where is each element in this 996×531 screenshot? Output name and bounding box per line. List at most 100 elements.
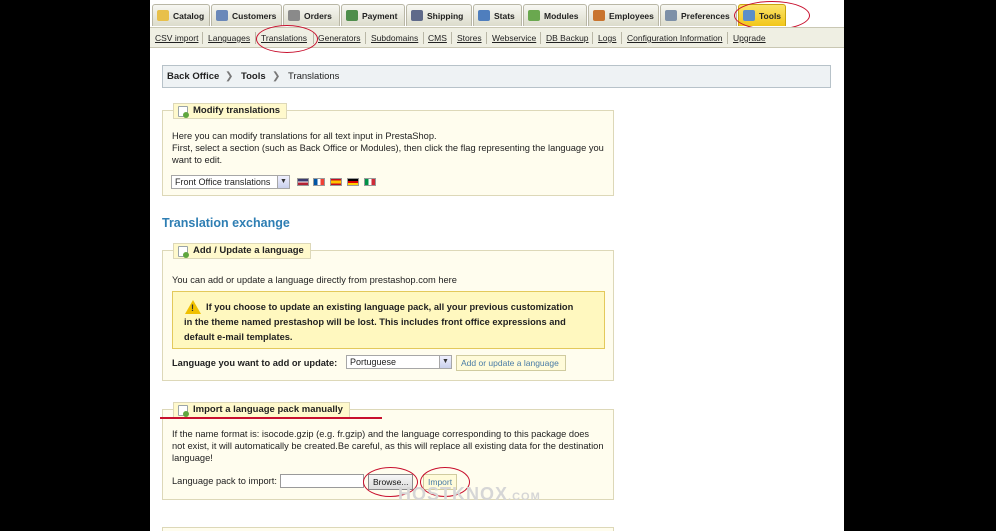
subnav-divider xyxy=(540,32,541,44)
tab-label: Modules xyxy=(544,11,579,21)
employee-icon xyxy=(593,10,605,21)
legend-label: Modify translations xyxy=(193,105,281,116)
subnav-db-backup[interactable]: DB Backup xyxy=(546,33,589,43)
warning-line: in the theme named prestashop will be lo… xyxy=(184,317,566,327)
language-select-label: Language you want to add or update: xyxy=(172,358,338,368)
truck-icon xyxy=(411,10,423,21)
flag-es-icon[interactable] xyxy=(330,178,342,186)
tools-subnav: CSV import Languages Translations Genera… xyxy=(150,27,844,48)
modify-line: Here you can modify translations for all… xyxy=(172,131,437,141)
breadcrumb-current: Translations xyxy=(288,71,340,82)
tab-label: Payment xyxy=(362,11,398,21)
tab-label: Shipping xyxy=(427,11,464,21)
subnav-cms[interactable]: CMS xyxy=(428,33,447,43)
warning-line: default e-mail templates. xyxy=(184,332,293,342)
form-icon xyxy=(178,405,189,417)
import-line: not exist, it will automatically be crea… xyxy=(172,441,604,451)
chevron-right-icon: ❯ xyxy=(225,71,234,82)
flag-en-icon[interactable] xyxy=(297,178,309,186)
tab-modules[interactable]: Modules xyxy=(523,4,587,26)
warning-line: If you choose to update an existing lang… xyxy=(206,302,574,312)
flag-fr-icon[interactable] xyxy=(313,178,325,186)
subnav-divider xyxy=(202,32,203,44)
breadcrumb-section[interactable]: Tools xyxy=(241,71,266,82)
puzzle-icon xyxy=(528,10,540,21)
language-pack-file-input[interactable] xyxy=(280,474,364,488)
translation-section-select[interactable]: Front Office translations ▼ xyxy=(171,175,290,189)
modify-line: want to edit. xyxy=(172,155,223,165)
highlight-import-underline xyxy=(160,417,382,419)
tab-label: Employees xyxy=(609,11,654,21)
watermark-text: HOSTKNOX xyxy=(398,484,509,504)
subnav-subdomains[interactable]: Subdomains xyxy=(371,33,418,43)
flag-it-icon[interactable] xyxy=(364,178,376,186)
highlight-translations-link xyxy=(256,25,318,53)
subnav-upgrade[interactable]: Upgrade xyxy=(733,33,766,43)
warning-box: ! If you choose to update an existing la… xyxy=(172,291,605,349)
subnav-divider xyxy=(486,32,487,44)
import-legend: Import a language pack manually xyxy=(173,402,350,418)
add-intro-text: You can add or update a language directl… xyxy=(172,275,457,285)
legend-label: Add / Update a language xyxy=(193,245,304,256)
select-value: Portuguese xyxy=(350,357,397,367)
tab-orders[interactable]: Orders xyxy=(283,4,340,26)
chevron-down-icon: ▼ xyxy=(439,356,451,368)
watermark-suffix: .COM xyxy=(508,491,541,503)
preferences-icon xyxy=(665,10,677,21)
subnav-stores[interactable]: Stores xyxy=(457,33,482,43)
subnav-divider xyxy=(451,32,452,44)
subnav-generators[interactable]: Generators xyxy=(318,33,361,43)
tab-label: Orders xyxy=(304,11,332,21)
form-icon xyxy=(178,106,189,118)
import-line: If the name format is: isocode.gzip (e.g… xyxy=(172,429,590,439)
folder-icon xyxy=(157,10,169,21)
tab-shipping[interactable]: Shipping xyxy=(406,4,472,26)
tab-label: Stats xyxy=(494,11,515,21)
stats-icon xyxy=(478,10,490,21)
breadcrumb-root[interactable]: Back Office xyxy=(167,71,219,82)
tab-label: Catalog xyxy=(173,11,205,21)
subnav-divider xyxy=(423,32,424,44)
subnav-divider xyxy=(592,32,593,44)
subnav-languages[interactable]: Languages xyxy=(208,33,250,43)
modify-line: First, select a section (such as Back Of… xyxy=(172,143,604,153)
subnav-divider xyxy=(365,32,366,44)
modify-translations-legend: Modify translations xyxy=(173,103,288,119)
legend-label: Import a language pack manually xyxy=(193,404,343,415)
subnav-logs[interactable]: Logs xyxy=(598,33,616,43)
import-file-label: Language pack to import: xyxy=(172,476,277,486)
breadcrumb: Back Office ❯ Tools ❯ Translations xyxy=(162,65,831,88)
flag-de-icon[interactable] xyxy=(347,178,359,186)
translation-exchange-heading: Translation exchange xyxy=(162,216,290,230)
modify-description: Here you can modify translations for all… xyxy=(172,130,612,166)
subnav-webservice[interactable]: Webservice xyxy=(492,33,536,43)
import-description: If the name format is: isocode.gzip (e.g… xyxy=(172,428,612,464)
subnav-configuration-information[interactable]: Configuration Information xyxy=(627,33,722,43)
tab-catalog[interactable]: Catalog xyxy=(152,4,210,26)
language-select[interactable]: Portuguese ▼ xyxy=(346,355,452,369)
tab-label: Customers xyxy=(232,11,277,21)
form-icon xyxy=(178,246,189,258)
tab-stats[interactable]: Stats xyxy=(473,4,522,26)
import-line: language! xyxy=(172,453,213,463)
prestashop-page: Catalog Customers Orders Payment Shippin… xyxy=(150,0,844,531)
chevron-right-icon: ❯ xyxy=(272,71,281,82)
tab-label: Preferences xyxy=(681,11,730,21)
subnav-divider xyxy=(727,32,728,44)
select-value: Front Office translations xyxy=(175,177,271,187)
payment-icon xyxy=(346,10,358,21)
tab-employees[interactable]: Employees xyxy=(588,4,659,26)
chevron-down-icon: ▼ xyxy=(277,176,289,188)
add-update-language-button[interactable]: Add or update a language xyxy=(456,355,566,371)
watermark: HOSTKNOX.COM xyxy=(398,484,541,505)
next-fieldset xyxy=(162,527,614,531)
tab-customers[interactable]: Customers xyxy=(211,4,282,26)
cart-icon xyxy=(288,10,300,21)
subnav-divider xyxy=(621,32,622,44)
tab-payment[interactable]: Payment xyxy=(341,4,405,26)
tab-preferences[interactable]: Preferences xyxy=(660,4,737,26)
subnav-csv-import[interactable]: CSV import xyxy=(155,33,198,43)
customer-icon xyxy=(216,10,228,21)
warning-text: If you choose to update an existing lang… xyxy=(184,300,599,345)
highlight-tools-tab xyxy=(734,1,810,30)
